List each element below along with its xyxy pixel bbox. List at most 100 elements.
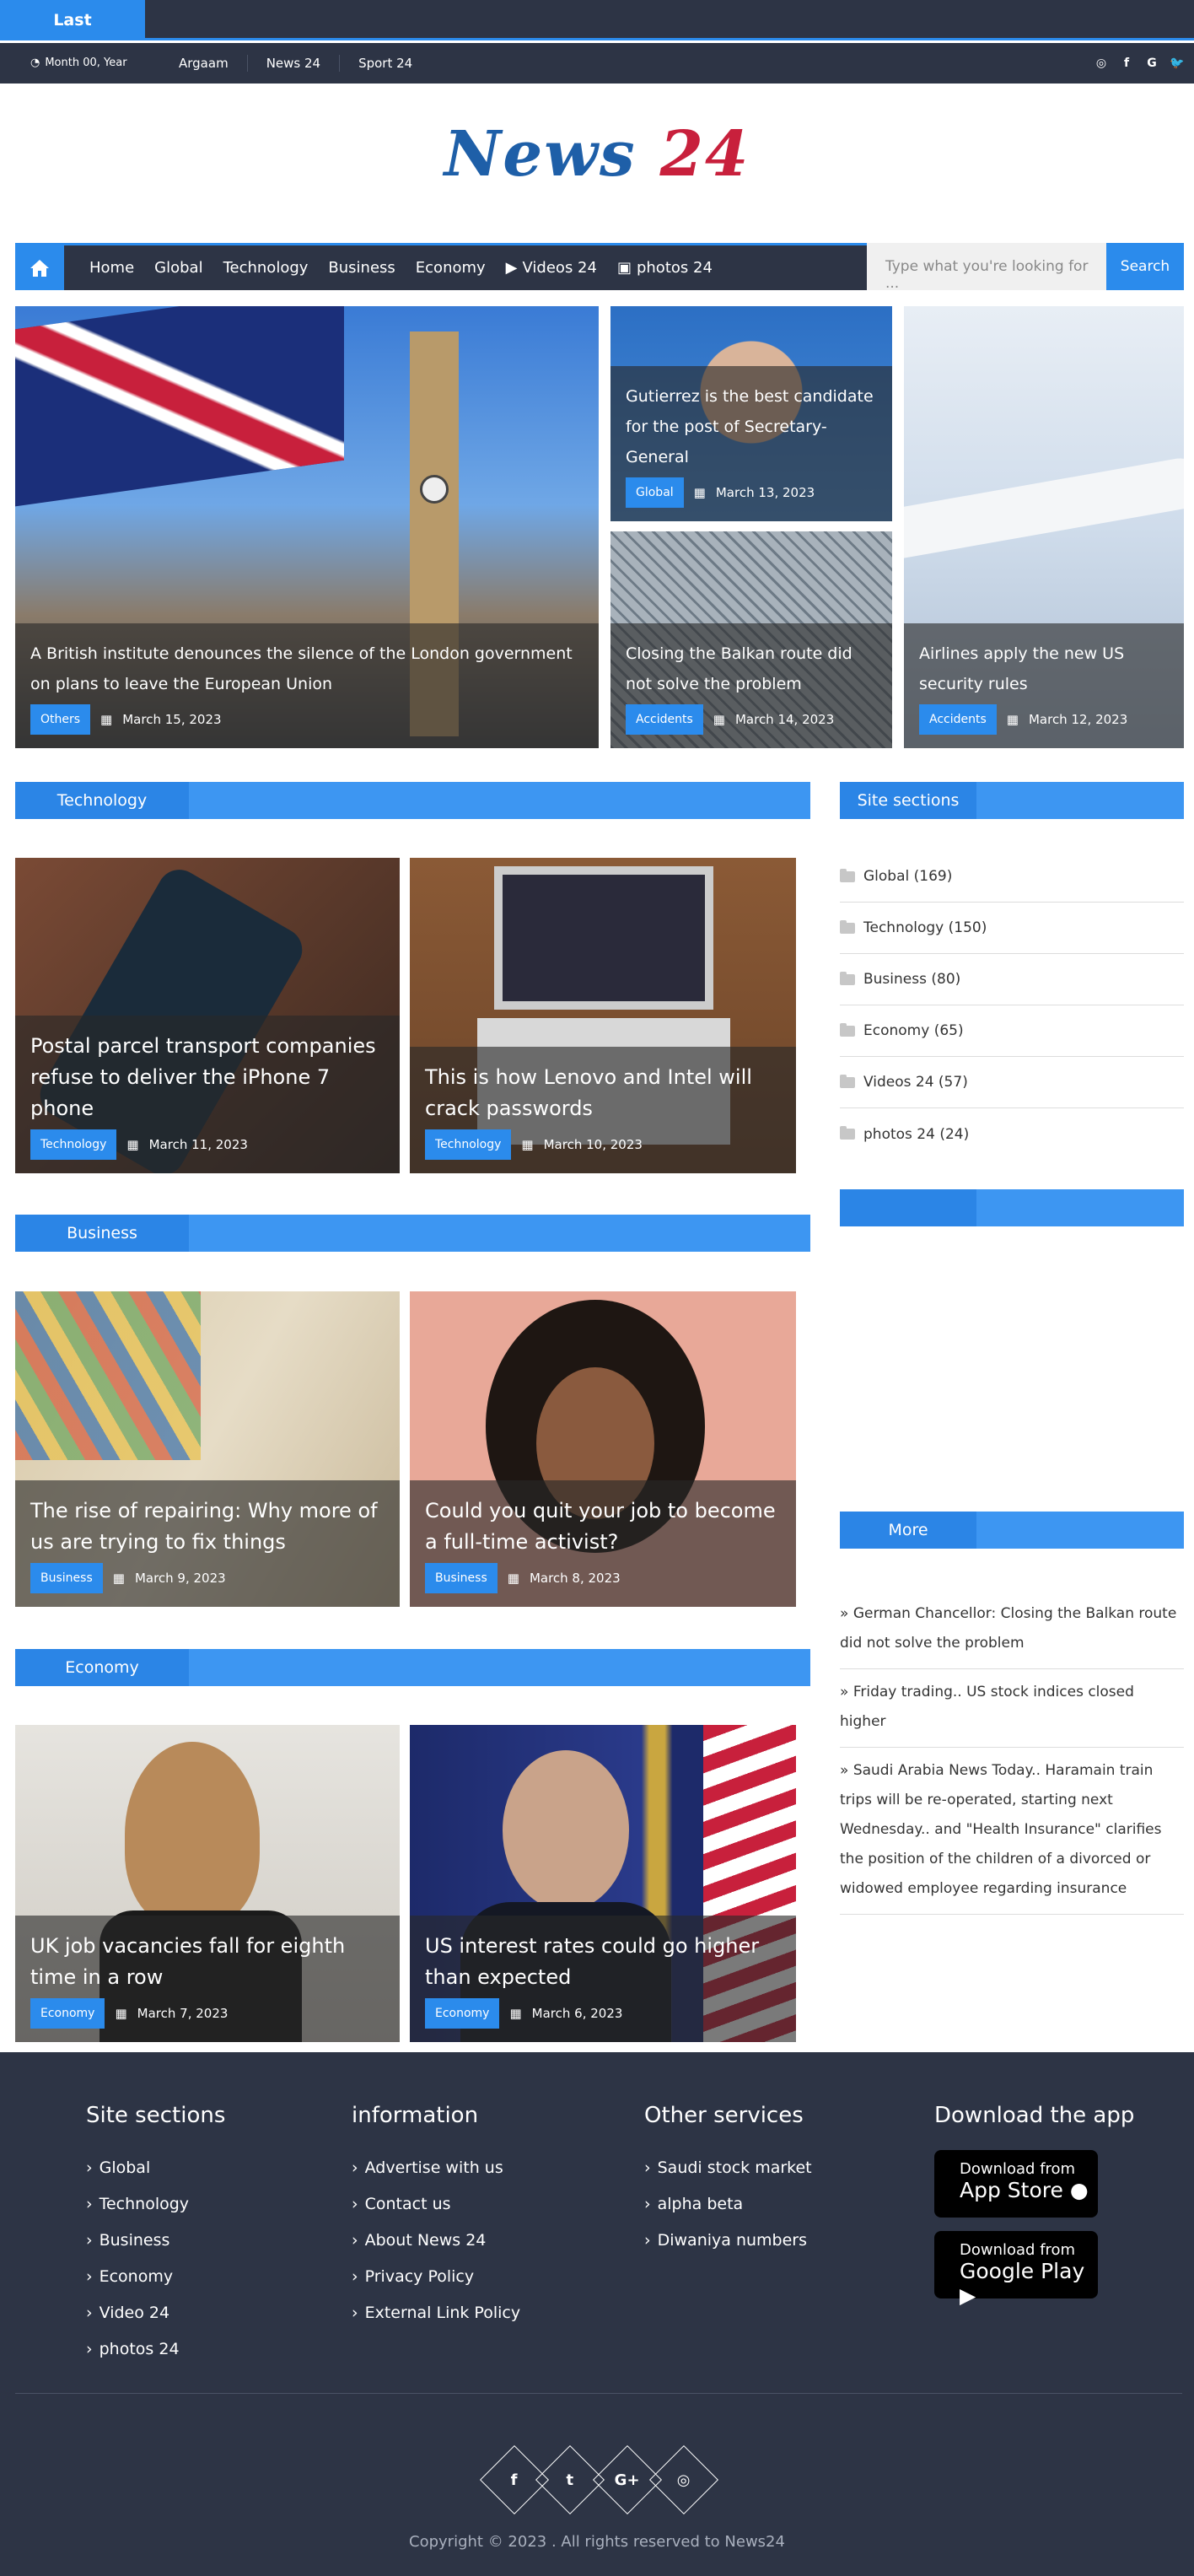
footer-link[interactable]: › About News 24 — [352, 2223, 520, 2259]
facebook-icon[interactable]: f — [1118, 55, 1135, 72]
footer-link[interactable]: › Advertise with us — [352, 2150, 520, 2186]
sidebar-item-label: Economy (65) — [863, 1022, 964, 1039]
footer-link[interactable]: › Contact us — [352, 2186, 520, 2223]
hero-card-3[interactable]: Closing the Balkan route did not solve t… — [610, 531, 892, 748]
folder-icon — [840, 1022, 855, 1037]
post-category-badge[interactable]: Technology — [425, 1129, 512, 1160]
nav-item-business[interactable]: Business — [328, 259, 395, 277]
instagram-icon: ◎ — [677, 2471, 691, 2489]
hero-card-4-date: March 12, 2023 — [1028, 712, 1128, 727]
post-category-badge[interactable]: Technology — [30, 1129, 117, 1160]
post-category-badge[interactable]: Economy — [425, 1998, 500, 2029]
footer-link[interactable]: › External Link Policy — [352, 2295, 520, 2331]
footer-link[interactable]: › Video 24 — [86, 2295, 225, 2331]
sub-bar: ◔ Month 00, Year Argaam News 24 Sport 24… — [0, 43, 1194, 84]
more-item[interactable]: » Friday trading.. US stock indices clos… — [840, 1669, 1184, 1748]
sidebar-item-economy[interactable]: Economy (65) — [840, 1005, 1184, 1057]
footer-link[interactable]: › photos 24 — [86, 2331, 225, 2368]
more-item[interactable]: » Saudi Arabia News Today.. Haramain tra… — [840, 1748, 1184, 1915]
post-category-badge[interactable]: Business — [30, 1563, 103, 1593]
hero-card-4[interactable]: Airlines apply the new US security rules… — [904, 306, 1184, 748]
top-link-sport24[interactable]: Sport 24 — [339, 55, 431, 72]
sidebar-item-business[interactable]: Business (80) — [840, 954, 1184, 1005]
nav-item-economy[interactable]: Economy — [416, 259, 486, 277]
nav-item-global[interactable]: Global — [154, 259, 202, 277]
top-link-news24[interactable]: News 24 — [246, 55, 339, 72]
calendar-icon: ▦ — [713, 712, 725, 727]
footer-link[interactable]: › Technology — [86, 2186, 225, 2223]
post-category-badge[interactable]: Business — [425, 1563, 498, 1593]
google-play-line1: Download from — [960, 2241, 1076, 2259]
google-play-line2: Google Play — [960, 2259, 1085, 2283]
post-title[interactable]: The rise of repairing: Why more of us ar… — [30, 1495, 385, 1558]
post-card[interactable]: US interest rates could go higher than e… — [410, 1725, 796, 2042]
sidebar-item-videos[interactable]: Videos 24 (57) — [840, 1057, 1184, 1108]
section-header-economy: Economy — [15, 1649, 810, 1686]
post-title[interactable]: Postal parcel transport companies refuse… — [30, 1031, 385, 1124]
footer-link[interactable]: › Global — [86, 2150, 225, 2186]
nav-item-videos[interactable]: ▶ Videos 24 — [506, 259, 597, 277]
nav-item-photos[interactable]: ▣ photos 24 — [617, 259, 713, 277]
last-news-tab[interactable]: Last — [0, 0, 145, 40]
top-link-argaam[interactable]: Argaam — [160, 55, 247, 72]
post-card[interactable]: Could you quit your job to become a full… — [410, 1291, 796, 1607]
post-date: March 8, 2023 — [529, 1571, 621, 1586]
nav-item-technology[interactable]: Technology — [223, 259, 309, 277]
hero-card-3-title[interactable]: Closing the Balkan route did not solve t… — [626, 639, 877, 699]
section-title-economy[interactable]: Economy — [15, 1649, 189, 1686]
footer-link[interactable]: › alpha beta — [644, 2186, 812, 2223]
post-card[interactable]: This is how Lenovo and Intel will crack … — [410, 858, 796, 1173]
sidebar-item-photos[interactable]: photos 24 (24) — [840, 1108, 1184, 1160]
footer-link[interactable]: › Economy — [86, 2259, 225, 2295]
chevron-right-icon: › — [86, 2158, 93, 2177]
post-title[interactable]: This is how Lenovo and Intel will crack … — [425, 1062, 781, 1124]
post-card[interactable]: UK job vacancies fall for eighth time in… — [15, 1725, 400, 2042]
sidebar-item-technology[interactable]: Technology (150) — [840, 903, 1184, 954]
hero-card-4-title[interactable]: Airlines apply the new US security rules — [919, 639, 1169, 699]
search-input[interactable]: Type what you're looking for ... — [867, 243, 1106, 292]
post-card[interactable]: Postal parcel transport companies refuse… — [15, 858, 400, 1173]
post-card[interactable]: The rise of repairing: Why more of us ar… — [15, 1291, 400, 1607]
hero-main-title[interactable]: A British institute denounces the silenc… — [30, 639, 584, 699]
post-category-badge[interactable]: Economy — [30, 1998, 105, 2029]
twitter-icon[interactable]: 🐦 — [1169, 55, 1186, 72]
hero-card-2-title[interactable]: Gutierrez is the best candidate for the … — [626, 381, 877, 472]
hero-card-3-category-badge[interactable]: Accidents — [626, 704, 703, 735]
footer-instagram[interactable]: ◎ — [648, 2444, 719, 2515]
google-icon[interactable]: G — [1143, 55, 1160, 72]
nav-item-home[interactable]: Home — [89, 259, 134, 277]
footer-col-services: Other services › Saudi stock market › alph… — [644, 2103, 812, 2259]
post-title[interactable]: Could you quit your job to become a full… — [425, 1495, 781, 1558]
chevron-right-icon: › — [352, 2267, 358, 2286]
chevron-right-icon: › — [352, 2304, 358, 2322]
footer-link[interactable]: › Saudi stock market — [644, 2150, 812, 2186]
google-play-button[interactable]: Download from Google Play ▶ — [934, 2231, 1098, 2308]
section-header-technology: Technology — [15, 782, 810, 819]
search-button[interactable]: Search — [1106, 243, 1184, 290]
footer-link-label: Saudi stock market — [657, 2158, 812, 2177]
hero-card-2-category-badge[interactable]: Global — [626, 477, 684, 508]
hero-main-card[interactable]: A British institute denounces the silenc… — [15, 306, 599, 748]
footer-link-label: Contact us — [364, 2195, 451, 2213]
section-title-technology[interactable]: Technology — [15, 782, 189, 819]
hero-card-2[interactable]: Gutierrez is the best candidate for the … — [610, 306, 892, 521]
footer-link-label: Technology — [99, 2195, 190, 2213]
home-icon[interactable] — [15, 245, 64, 290]
chevron-right-icon: › — [352, 2195, 358, 2213]
date-text: Month 00, Year — [45, 57, 127, 69]
post-title[interactable]: UK job vacancies fall for eighth time in… — [30, 1931, 385, 1993]
footer-link[interactable]: › Diwaniya numbers — [644, 2223, 812, 2259]
post-title[interactable]: US interest rates could go higher than e… — [425, 1931, 781, 1993]
calendar-icon: ▦ — [507, 1571, 519, 1586]
sidebar-item-global[interactable]: Global (169) — [840, 851, 1184, 903]
app-store-button[interactable]: Download from App Store ● — [934, 2150, 1098, 2218]
instagram-icon[interactable]: ◎ — [1093, 55, 1110, 72]
site-logo[interactable]: News 24 — [0, 118, 1194, 191]
section-title-business[interactable]: Business — [15, 1215, 189, 1252]
footer-link-label: Privacy Policy — [364, 2267, 475, 2286]
footer-link[interactable]: › Privacy Policy — [352, 2259, 520, 2295]
hero-main-category-badge[interactable]: Others — [30, 704, 91, 735]
more-item[interactable]: » German Chancellor: Closing the Balkan … — [840, 1591, 1184, 1669]
footer-link[interactable]: › Business — [86, 2223, 225, 2259]
hero-card-4-category-badge[interactable]: Accidents — [919, 704, 997, 735]
